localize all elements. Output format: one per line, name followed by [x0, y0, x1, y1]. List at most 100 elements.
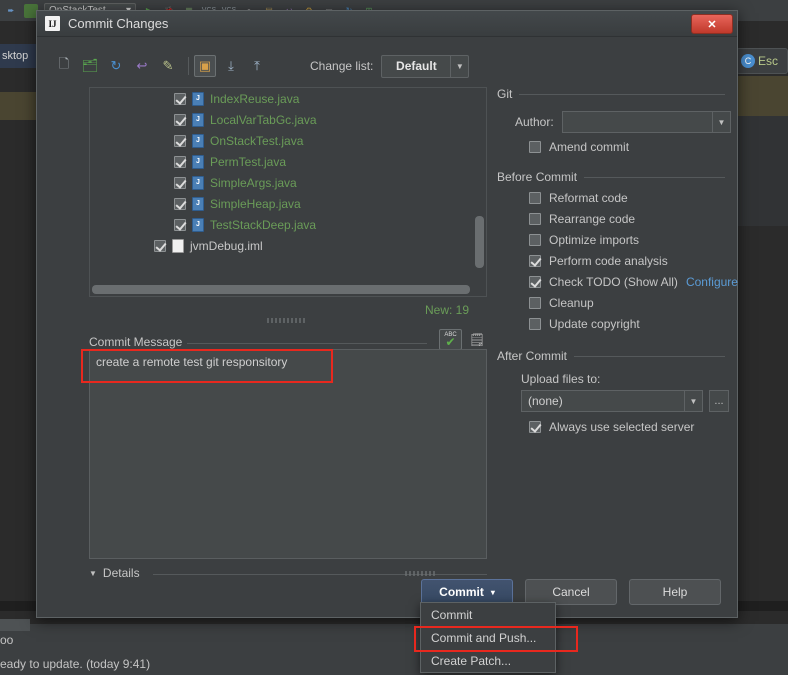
- splitter-handle[interactable]: [267, 318, 307, 323]
- history-icon[interactable]: 🗒: [467, 329, 487, 350]
- edit-source-icon[interactable]: ✎: [157, 55, 179, 77]
- amend-commit-row[interactable]: Amend commit: [529, 140, 743, 154]
- option-checkbox[interactable]: [529, 318, 541, 330]
- iml-file-icon: [172, 238, 184, 253]
- revert-icon[interactable]: ↩: [131, 55, 153, 77]
- show-diff-icon[interactable]: 🗋: [53, 55, 75, 77]
- file-name: LocalVarTabGc.java: [210, 112, 317, 127]
- before-commit-option[interactable]: Check TODO (Show All) Configure: [529, 275, 743, 289]
- option-checkbox[interactable]: [529, 297, 541, 309]
- details-toggle[interactable]: ▼ Details: [89, 566, 140, 580]
- file-checkbox[interactable]: [154, 239, 166, 252]
- intellij-logo-icon: IJ: [45, 16, 60, 31]
- file-checkbox[interactable]: [174, 92, 186, 105]
- file-checkbox[interactable]: [174, 155, 186, 168]
- file-name: TestStackDeep.java: [210, 217, 317, 232]
- file-checkbox[interactable]: [174, 218, 186, 231]
- option-checkbox[interactable]: [529, 213, 541, 225]
- java-file-icon: J: [192, 196, 204, 211]
- commit-message-input[interactable]: [89, 349, 487, 559]
- after-commit-group-title: After Commit: [497, 349, 568, 363]
- always-use-server-label: Always use selected server: [549, 420, 695, 434]
- before-commit-option[interactable]: Reformat code: [529, 191, 743, 205]
- status-tab[interactable]: [0, 619, 30, 631]
- upload-target-value: (none): [528, 394, 563, 408]
- file-row[interactable]: J PermTest.java: [90, 151, 486, 172]
- group-by-directory-icon[interactable]: ▣: [194, 55, 216, 77]
- menu-item-commit[interactable]: Commit: [421, 603, 555, 626]
- toolbar-separator: [188, 57, 189, 75]
- option-checkbox[interactable]: [529, 192, 541, 204]
- file-name: SimpleArgs.java: [210, 175, 297, 190]
- changed-files-list[interactable]: J IndexReuse.java J LocalVarTabGc.java J OnSt…: [89, 87, 487, 297]
- commit-dropdown-menu[interactable]: Commit Commit and Push... Create Patch...: [420, 602, 556, 673]
- git-group-title: Git: [497, 87, 513, 101]
- collapse-all-icon[interactable]: ⤒: [246, 55, 268, 77]
- chevron-down-icon: ▾: [490, 587, 495, 597]
- before-commit-option[interactable]: Update copyright: [529, 317, 743, 331]
- olive-block-right: [738, 76, 788, 116]
- java-file-icon: J: [192, 112, 204, 127]
- file-row[interactable]: J IndexReuse.java: [90, 88, 486, 109]
- group-rule: [574, 355, 725, 357]
- always-use-server-row[interactable]: Always use selected server: [529, 420, 743, 434]
- expand-all-icon[interactable]: ⤓: [220, 55, 242, 77]
- before-commit-option[interactable]: Optimize imports: [529, 233, 743, 247]
- option-label: Check TODO (Show All): [549, 275, 678, 289]
- before-commit-option[interactable]: Rearrange code: [529, 212, 743, 226]
- file-row[interactable]: J LocalVarTabGc.java: [90, 109, 486, 130]
- refresh-icon[interactable]: ↻: [105, 55, 127, 77]
- dialog-title: Commit Changes: [68, 16, 169, 31]
- file-row[interactable]: J OnStackTest.java: [90, 130, 486, 151]
- menu-item-commit-and-push[interactable]: Commit and Push...: [421, 626, 555, 649]
- file-checkbox[interactable]: [174, 134, 186, 147]
- dialog-titlebar[interactable]: IJ Commit Changes ✕: [37, 11, 737, 37]
- configure-link[interactable]: Configure: [686, 275, 738, 289]
- file-checkbox[interactable]: [174, 197, 186, 210]
- file-row[interactable]: J SimpleArgs.java: [90, 172, 486, 193]
- amend-commit-checkbox[interactable]: [529, 141, 541, 153]
- option-label: Cleanup: [549, 296, 594, 310]
- java-file-icon: J: [192, 133, 204, 148]
- before-commit-option[interactable]: Perform code analysis: [529, 254, 743, 268]
- help-button[interactable]: Help: [629, 579, 721, 605]
- esc-circle-icon: C: [741, 54, 755, 68]
- file-name: jvmDebug.iml: [190, 238, 263, 253]
- dialog-toolbar: 🗋 🗂 ↻ ↩ ✎ ▣ ⤓ ⤒ Change list: Default ▼: [53, 51, 723, 81]
- right-tool-panel: [738, 116, 788, 226]
- back-arrow-icon[interactable]: ➨: [4, 4, 18, 18]
- before-commit-option[interactable]: Cleanup: [529, 296, 743, 310]
- after-commit-group-header: After Commit: [497, 349, 743, 363]
- upload-files-label: Upload files to:: [521, 372, 601, 386]
- file-row[interactable]: jvmDebug.iml: [90, 235, 486, 256]
- chevron-down-icon: ▼: [450, 55, 468, 77]
- files-horizontal-scrollbar[interactable]: [92, 285, 470, 294]
- option-checkbox[interactable]: [529, 276, 541, 288]
- amend-commit-label: Amend commit: [549, 140, 630, 154]
- file-checkbox[interactable]: [174, 113, 186, 126]
- changelist-combo[interactable]: Default ▼: [381, 54, 470, 78]
- close-button[interactable]: ✕: [691, 14, 733, 34]
- commit-changes-dialog: IJ Commit Changes ✕ 🗋 🗂 ↻ ↩ ✎ ▣ ⤓ ⤒ Chan…: [36, 10, 738, 618]
- group-rule: [584, 176, 725, 178]
- menu-item-create-patch[interactable]: Create Patch...: [421, 649, 555, 672]
- java-file-icon: J: [192, 154, 204, 169]
- always-use-server-checkbox[interactable]: [529, 421, 541, 433]
- details-splitter-handle[interactable]: [405, 571, 437, 576]
- author-combo[interactable]: ▼: [561, 111, 731, 133]
- files-vertical-scrollbar[interactable]: [475, 216, 484, 268]
- option-checkbox[interactable]: [529, 234, 541, 246]
- file-checkbox[interactable]: [174, 176, 186, 189]
- author-row: Author: ▼: [515, 111, 743, 133]
- file-row[interactable]: J TestStackDeep.java: [90, 214, 486, 235]
- details-label: Details: [102, 566, 140, 580]
- browse-server-button[interactable]: ...: [709, 390, 729, 412]
- java-file-icon: J: [192, 91, 204, 106]
- file-row[interactable]: J SimpleHeap.java: [90, 193, 486, 214]
- java-file-icon: J: [192, 217, 204, 232]
- move-to-changelist-icon[interactable]: 🗂: [79, 55, 101, 77]
- upload-target-combo[interactable]: (none) ▼: [521, 390, 703, 412]
- spellcheck-icon[interactable]: ABC ✔: [439, 329, 462, 350]
- option-checkbox[interactable]: [529, 255, 541, 267]
- commit-message-rule: [187, 343, 427, 344]
